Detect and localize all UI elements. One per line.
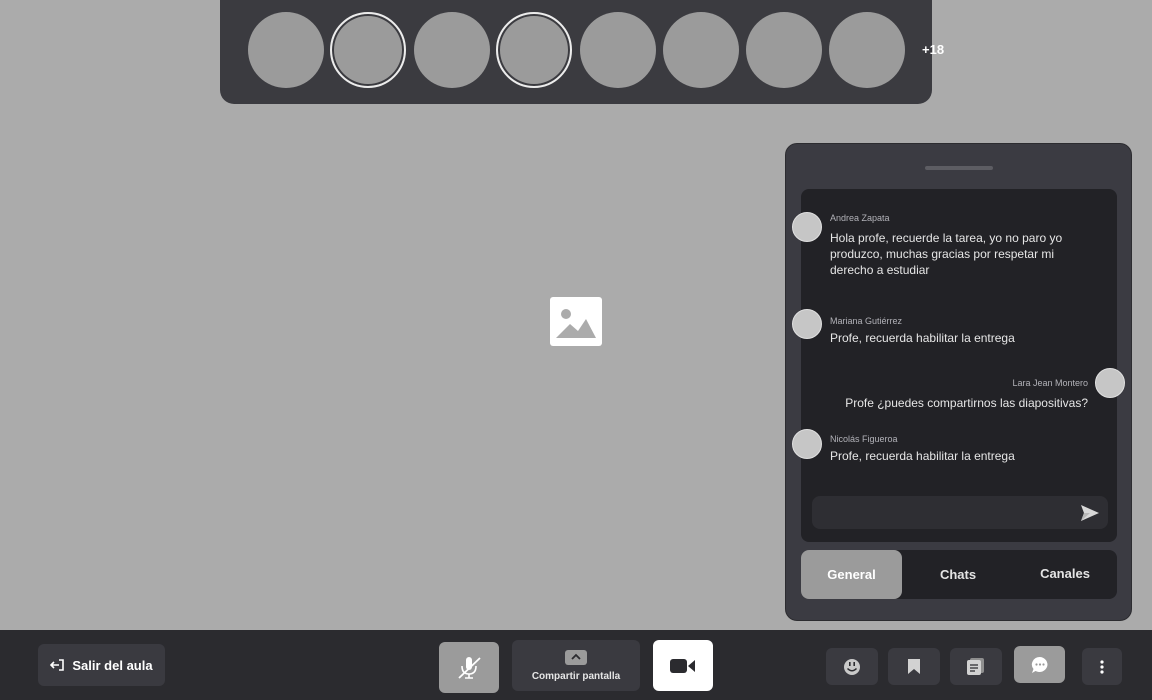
emoji-icon [844,658,860,675]
notes-button[interactable] [950,648,1002,685]
message-text: Profe ¿puedes compartirnos las diapositi… [845,396,1088,410]
send-icon[interactable] [1081,505,1099,521]
message-author: Andrea Zapata [830,213,890,223]
tab-chats[interactable]: Chats [907,550,1009,599]
chat-messages: Andrea Zapata Hola profe, recuerde la ta… [792,189,1125,542]
tab-general[interactable]: General [801,550,902,599]
more-options-button[interactable] [1082,648,1122,685]
message-avatar [792,212,822,242]
message-text: Profe, recuerda habilitar la entrega [830,331,1015,345]
message-avatar [792,309,822,339]
participant-avatar[interactable] [580,12,656,88]
drag-handle[interactable] [925,166,993,170]
notes-icon [967,658,984,675]
bookmark-button[interactable] [888,648,940,685]
participant-avatar[interactable] [496,12,572,88]
leave-label: Salir del aula [72,657,153,673]
chat-toggle-button[interactable] [1014,646,1065,683]
message-text: Profe, recuerda habilitar la entrega [830,449,1015,463]
chat-tabs: General Chats Canales [801,550,1117,599]
participant-avatar[interactable] [829,12,905,88]
message-avatar [1095,368,1125,398]
chat-panel: Andrea Zapata Hola profe, recuerde la ta… [785,143,1132,621]
mute-toggle-button[interactable] [439,642,499,693]
bookmark-icon [908,659,920,674]
share-screen-button[interactable]: Compartir pantalla [512,640,640,691]
mic-off-icon [458,656,481,679]
leave-class-button[interactable]: Salir del aula [38,644,165,686]
screen-share-icon [565,649,587,665]
exit-icon [50,659,65,671]
participants-strip [220,0,932,104]
participant-avatar[interactable] [414,12,490,88]
participants-overflow-count[interactable]: +18 [922,42,944,57]
message-author: Nicolás Figueroa [830,434,898,444]
chat-bubble-icon [1031,656,1047,673]
camera-toggle-button[interactable] [653,640,713,691]
image-placeholder-icon [550,297,602,346]
bottom-toolbar: Salir del aula Compartir pantalla [0,630,1152,700]
message-input[interactable] [812,496,1108,529]
more-vertical-icon [1100,659,1104,674]
participant-avatar[interactable] [330,12,406,88]
message-text: Hola profe, recuerde la tarea, yo no par… [830,231,1063,277]
message-avatar [792,429,822,459]
reactions-button[interactable] [826,648,878,685]
tab-canales[interactable]: Canales [1013,549,1117,598]
message-author: Lara Jean Montero [1012,378,1088,388]
participant-avatar[interactable] [746,12,822,88]
video-camera-icon [670,658,695,673]
participant-avatar[interactable] [663,12,739,88]
share-screen-label: Compartir pantalla [531,670,621,682]
message-author: Mariana Gutiérrez [830,316,903,326]
participant-avatar[interactable] [248,12,324,88]
